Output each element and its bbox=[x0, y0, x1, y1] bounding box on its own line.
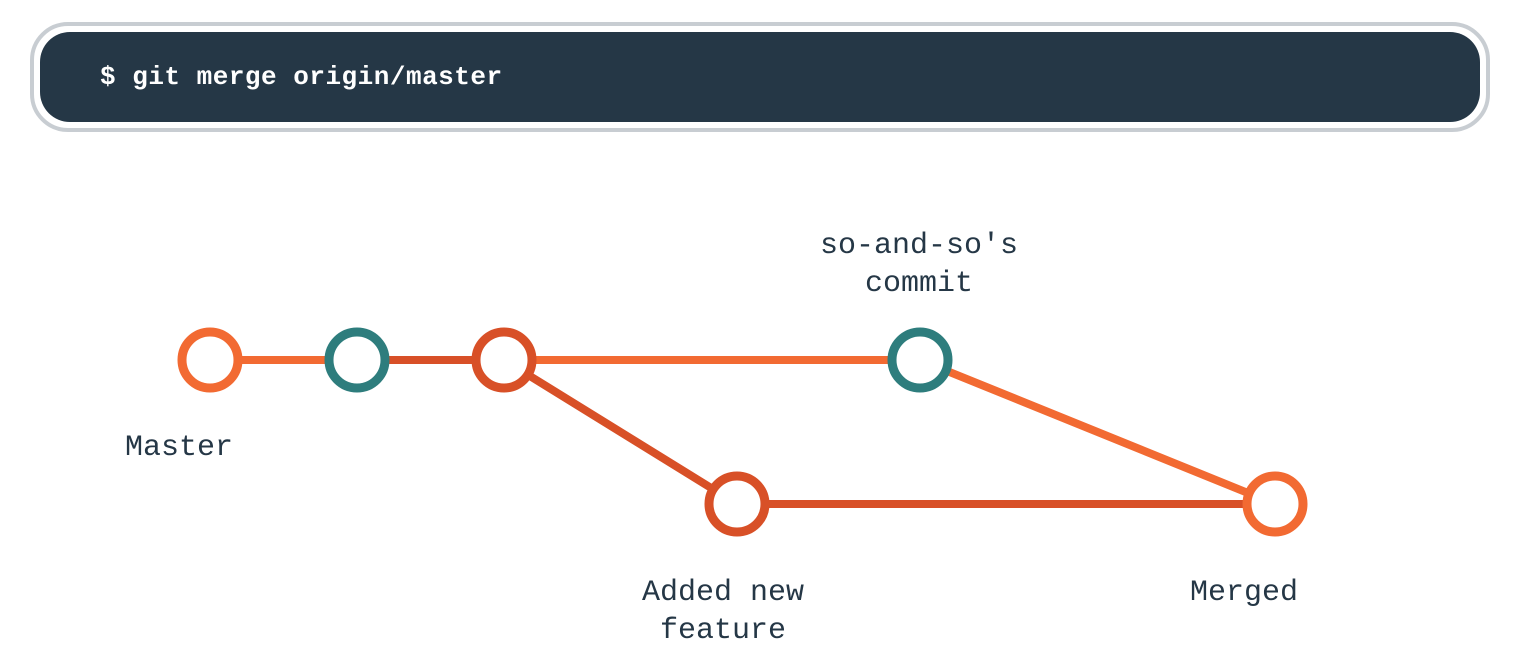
terminal: $ git merge origin/master bbox=[40, 32, 1480, 122]
node-soandso bbox=[892, 332, 948, 388]
label-master: Master bbox=[125, 430, 233, 468]
node-feature bbox=[709, 476, 765, 532]
node-merged bbox=[1247, 476, 1303, 532]
label-merged: Merged bbox=[1190, 575, 1298, 613]
terminal-prompt: $ bbox=[100, 62, 132, 92]
node-master bbox=[182, 332, 238, 388]
git-merge-diagram: Master so-and-so's commit Added new feat… bbox=[0, 200, 1518, 666]
terminal-command: git merge origin/master bbox=[132, 62, 502, 92]
label-added-feature: Added new feature bbox=[642, 575, 804, 650]
label-so-and-so: so-and-so's commit bbox=[820, 228, 1018, 303]
edge-fork-feature bbox=[528, 375, 713, 490]
node-fork bbox=[476, 332, 532, 388]
node-teal1 bbox=[329, 332, 385, 388]
edge-soandso-merged bbox=[946, 371, 1249, 494]
terminal-frame: $ git merge origin/master bbox=[30, 22, 1490, 132]
